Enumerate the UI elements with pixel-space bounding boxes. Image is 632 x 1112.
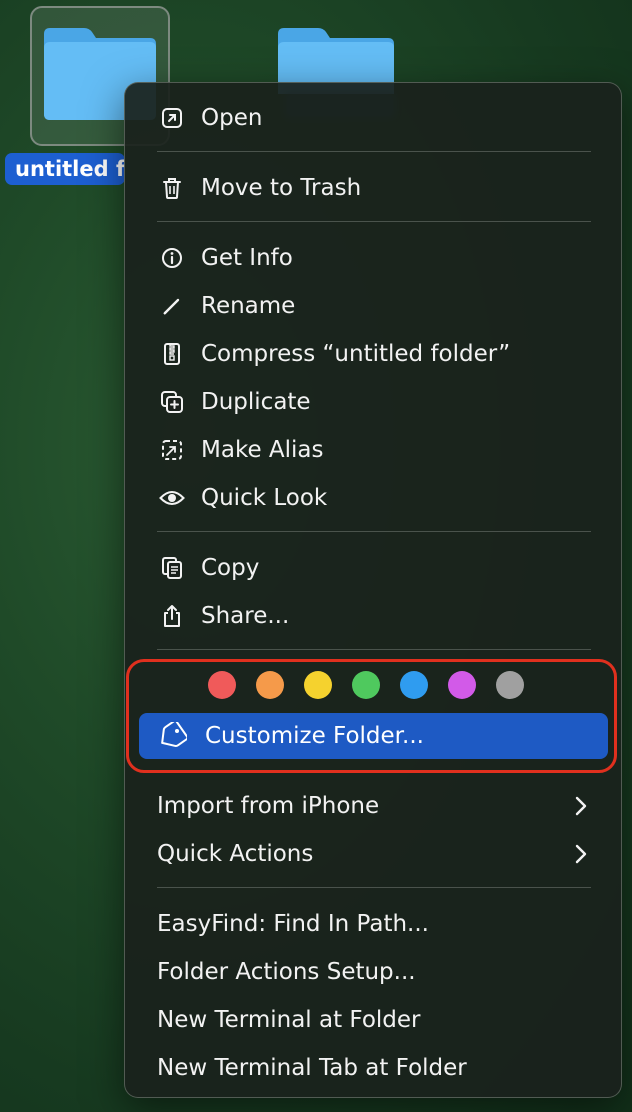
alias-icon bbox=[159, 437, 185, 463]
menu-item-label: Share... bbox=[201, 603, 290, 629]
info-icon bbox=[159, 245, 185, 271]
chevron-right-icon bbox=[571, 842, 591, 866]
menu-item-label: Duplicate bbox=[201, 389, 311, 415]
menu-item-label: Quick Actions bbox=[157, 841, 314, 867]
menu-item-folder-actions-setup[interactable]: Folder Actions Setup... bbox=[125, 950, 621, 994]
menu-item-import-from-iphone[interactable]: Import from iPhone bbox=[125, 784, 621, 828]
menu-item-make-alias[interactable]: Make Alias bbox=[125, 428, 621, 472]
context-menu: Open Move to Trash Get Info Rename Compr… bbox=[124, 82, 622, 1098]
tag-blue[interactable] bbox=[400, 671, 428, 699]
menu-item-new-terminal[interactable]: New Terminal at Folder bbox=[125, 998, 621, 1042]
trash-icon bbox=[159, 175, 185, 201]
duplicate-icon bbox=[159, 389, 185, 415]
menu-separator bbox=[157, 221, 591, 222]
menu-item-easyfind[interactable]: EasyFind: Find In Path... bbox=[125, 902, 621, 946]
menu-item-label: Open bbox=[201, 105, 263, 131]
copy-icon bbox=[159, 555, 185, 581]
menu-item-quick-look[interactable]: Quick Look bbox=[125, 476, 621, 520]
menu-separator bbox=[157, 531, 591, 532]
menu-separator bbox=[157, 151, 591, 152]
menu-item-label: Compress “untitled folder” bbox=[201, 341, 511, 367]
menu-item-copy[interactable]: Copy bbox=[125, 546, 621, 590]
menu-item-open[interactable]: Open bbox=[125, 96, 621, 140]
tag-icon bbox=[157, 722, 187, 750]
tag-red[interactable] bbox=[208, 671, 236, 699]
menu-item-move-to-trash[interactable]: Move to Trash bbox=[125, 166, 621, 210]
menu-item-label: Move to Trash bbox=[201, 175, 362, 201]
menu-item-customize-folder[interactable]: Customize Folder... bbox=[139, 713, 608, 759]
pencil-icon bbox=[159, 293, 185, 319]
tag-gray[interactable] bbox=[496, 671, 524, 699]
tag-yellow[interactable] bbox=[304, 671, 332, 699]
menu-item-label: Rename bbox=[201, 293, 296, 319]
menu-item-label: New Terminal at Folder bbox=[157, 1007, 421, 1033]
menu-item-label: Copy bbox=[201, 555, 260, 581]
chevron-right-icon bbox=[571, 794, 591, 818]
menu-item-new-terminal-tab[interactable]: New Terminal Tab at Folder bbox=[125, 1046, 621, 1090]
menu-separator bbox=[157, 887, 591, 888]
menu-item-label: Get Info bbox=[201, 245, 293, 271]
menu-item-label: Folder Actions Setup... bbox=[157, 959, 416, 985]
tag-purple[interactable] bbox=[448, 671, 476, 699]
menu-item-label: Quick Look bbox=[201, 485, 328, 511]
menu-item-share[interactable]: Share... bbox=[125, 594, 621, 638]
zip-icon bbox=[159, 341, 185, 367]
menu-item-compress[interactable]: Compress “untitled folder” bbox=[125, 332, 621, 376]
menu-item-label: New Terminal Tab at Folder bbox=[157, 1055, 467, 1081]
menu-item-quick-actions[interactable]: Quick Actions bbox=[125, 832, 621, 876]
menu-item-get-info[interactable]: Get Info bbox=[125, 236, 621, 280]
menu-item-label: Make Alias bbox=[201, 437, 324, 463]
menu-separator bbox=[157, 649, 591, 650]
menu-item-label: Import from iPhone bbox=[157, 793, 380, 819]
menu-item-duplicate[interactable]: Duplicate bbox=[125, 380, 621, 424]
menu-item-label: Customize Folder... bbox=[205, 723, 424, 749]
open-external-icon bbox=[159, 105, 185, 131]
share-icon bbox=[159, 603, 185, 629]
menu-item-rename[interactable]: Rename bbox=[125, 284, 621, 328]
tag-orange[interactable] bbox=[256, 671, 284, 699]
tag-green[interactable] bbox=[352, 671, 380, 699]
folder-name-label[interactable]: untitled f bbox=[5, 153, 125, 185]
menu-item-label: EasyFind: Find In Path... bbox=[157, 911, 429, 937]
eye-icon bbox=[159, 485, 185, 511]
